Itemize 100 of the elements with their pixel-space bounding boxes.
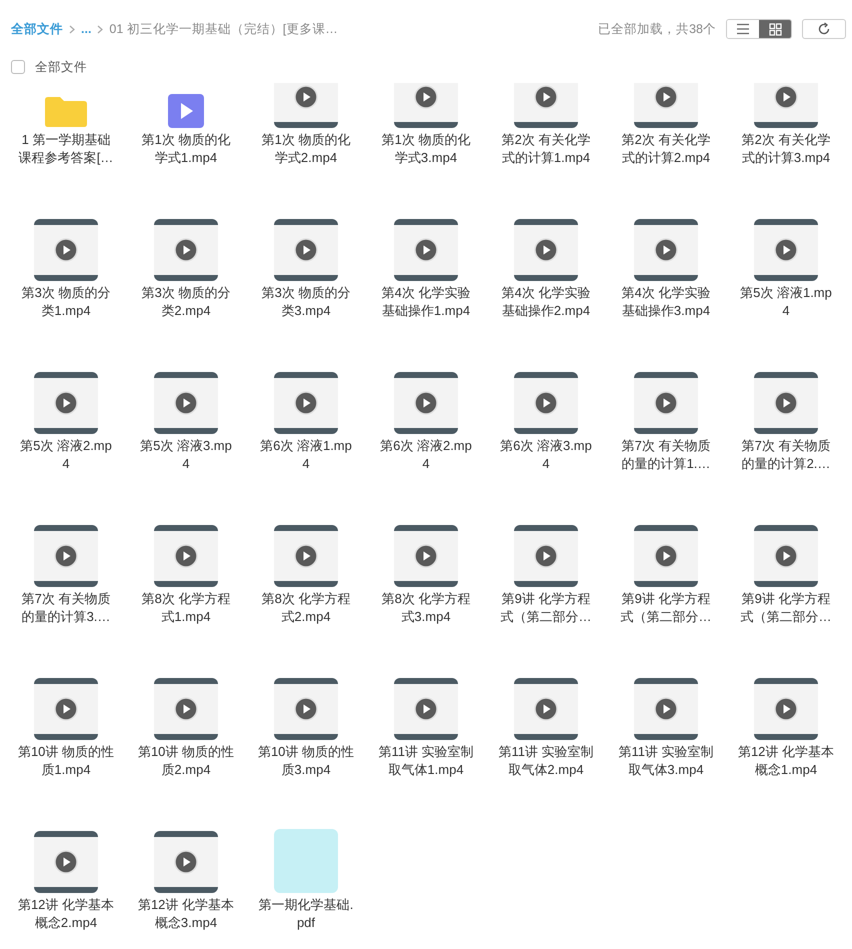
- file-name[interactable]: 第1次 物质的化学式3.mp4: [378, 131, 474, 167]
- play-icon: [654, 85, 678, 109]
- video-thumbnail[interactable]: [154, 525, 218, 587]
- file-name[interactable]: 第6次 溶液1.mp4: [258, 437, 354, 473]
- video-thumbnail[interactable]: [514, 83, 578, 128]
- video-thumbnail[interactable]: [34, 372, 98, 434]
- video-thumbnail[interactable]: [634, 678, 698, 740]
- play-icon: [294, 391, 318, 415]
- video-thumbnail[interactable]: [154, 219, 218, 281]
- play-icon: [534, 697, 558, 721]
- file-name[interactable]: 第8次 化学方程式1.mp4: [138, 590, 234, 626]
- list-icon: [736, 23, 750, 35]
- video-thumbnail[interactable]: [394, 219, 458, 281]
- video-thumbnail[interactable]: [754, 83, 818, 128]
- file-name[interactable]: 第10讲 物质的性质1.mp4: [18, 743, 114, 779]
- play-icon: [534, 391, 558, 415]
- play-icon: [654, 391, 678, 415]
- video-thumbnail[interactable]: [514, 372, 578, 434]
- file-name[interactable]: 第10讲 物质的性质2.mp4: [138, 743, 234, 779]
- play-icon: [54, 850, 78, 874]
- file-name[interactable]: 第6次 溶液3.mp4: [498, 437, 594, 473]
- file-name[interactable]: 第3次 物质的分类2.mp4: [138, 284, 234, 320]
- video-thumbnail[interactable]: [514, 678, 578, 740]
- file-name[interactable]: 第3次 物质的分类3.mp4: [258, 284, 354, 320]
- video-thumbnail[interactable]: [394, 525, 458, 587]
- file-name[interactable]: 第11讲 实验室制取气体1.mp4: [378, 743, 474, 779]
- file-name[interactable]: 第5次 溶液1.mp4: [738, 284, 834, 320]
- file-name[interactable]: 第7次 有关物质的量的计算3.…: [18, 590, 114, 626]
- video-thumbnail[interactable]: [274, 525, 338, 587]
- file-name[interactable]: 第6次 溶液2.mp4: [378, 437, 474, 473]
- video-thumbnail[interactable]: [514, 219, 578, 281]
- play-icon: [414, 238, 438, 262]
- file-name[interactable]: 第7次 有关物质的量的计算1.…: [618, 437, 714, 473]
- video-thumbnail[interactable]: [154, 372, 218, 434]
- video-thumbnail[interactable]: [634, 372, 698, 434]
- video-thumbnail[interactable]: [34, 219, 98, 281]
- file-name[interactable]: 第5次 溶液3.mp4: [138, 437, 234, 473]
- grid-view-button[interactable]: [759, 20, 791, 38]
- file-name[interactable]: 第11讲 实验室制取气体2.mp4: [498, 743, 594, 779]
- play-icon: [774, 544, 798, 568]
- video-thumbnail[interactable]: [754, 372, 818, 434]
- video-thumbnail[interactable]: [34, 678, 98, 740]
- video-thumbnail[interactable]: [634, 525, 698, 587]
- file-name[interactable]: 第7次 有关物质的量的计算2.…: [738, 437, 834, 473]
- video-thumbnail[interactable]: [394, 678, 458, 740]
- grid-icon: [768, 22, 782, 36]
- file-name[interactable]: 第9讲 化学方程式（第二部分…: [498, 590, 594, 626]
- video-thumbnail[interactable]: [34, 831, 98, 893]
- file-name[interactable]: 第一期化学基础.pdf: [258, 896, 354, 932]
- file-name[interactable]: 第5次 溶液2.mp4: [18, 437, 114, 473]
- file-name[interactable]: 第4次 化学实验基础操作1.mp4: [378, 284, 474, 320]
- file-name[interactable]: 第4次 化学实验基础操作3.mp4: [618, 284, 714, 320]
- play-icon: [294, 697, 318, 721]
- video-thumbnail[interactable]: [754, 525, 818, 587]
- play-icon: [534, 85, 558, 109]
- play-icon: [294, 85, 318, 109]
- video-thumbnail[interactable]: [634, 219, 698, 281]
- refresh-button[interactable]: [802, 19, 846, 39]
- file-name[interactable]: 第2次 有关化学式的计算2.mp4: [618, 131, 714, 167]
- play-icon: [174, 238, 198, 262]
- video-thumbnail[interactable]: [514, 525, 578, 587]
- video-file-icon[interactable]: [168, 94, 204, 128]
- file-name[interactable]: 1 第一学期基础课程参考答案[…: [18, 131, 114, 167]
- select-all-checkbox[interactable]: [11, 60, 25, 74]
- play-icon: [414, 697, 438, 721]
- document-thumbnail[interactable]: [274, 829, 338, 893]
- video-thumbnail[interactable]: [274, 678, 338, 740]
- video-thumbnail[interactable]: [754, 678, 818, 740]
- video-thumbnail[interactable]: [754, 219, 818, 281]
- file-name[interactable]: 第9讲 化学方程式（第二部分…: [738, 590, 834, 626]
- video-thumbnail[interactable]: [274, 83, 338, 128]
- video-thumbnail[interactable]: [154, 678, 218, 740]
- play-icon: [294, 544, 318, 568]
- file-name[interactable]: 第9讲 化学方程式（第二部分…: [618, 590, 714, 626]
- video-thumbnail[interactable]: [394, 372, 458, 434]
- video-thumbnail[interactable]: [274, 219, 338, 281]
- play-icon: [414, 544, 438, 568]
- select-all-label: 全部文件: [35, 58, 87, 76]
- video-thumbnail[interactable]: [274, 372, 338, 434]
- video-thumbnail[interactable]: [34, 525, 98, 587]
- breadcrumb-link[interactable]: 01 初三化学一期基础（完结）[更多课…: [109, 20, 338, 38]
- video-thumbnail[interactable]: [394, 83, 458, 128]
- file-name[interactable]: 第2次 有关化学式的计算1.mp4: [498, 131, 594, 167]
- file-name[interactable]: 第2次 有关化学式的计算3.mp4: [738, 131, 834, 167]
- file-name[interactable]: 第3次 物质的分类1.mp4: [18, 284, 114, 320]
- play-icon: [174, 391, 198, 415]
- file-name[interactable]: 第12讲 化学基本概念3.mp4: [138, 896, 234, 932]
- chevron-icon: [97, 24, 104, 34]
- file-name[interactable]: 第10讲 物质的性质3.mp4: [258, 743, 354, 779]
- file-name[interactable]: 第11讲 实验室制取气体3.mp4: [618, 743, 714, 779]
- file-name[interactable]: 第1次 物质的化学式2.mp4: [258, 131, 354, 167]
- file-name[interactable]: 第4次 化学实验基础操作2.mp4: [498, 284, 594, 320]
- file-name[interactable]: 第12讲 化学基本概念1.mp4: [738, 743, 834, 779]
- file-name[interactable]: 第12讲 化学基本概念2.mp4: [18, 896, 114, 932]
- file-name[interactable]: 第8次 化学方程式3.mp4: [378, 590, 474, 626]
- file-name[interactable]: 第8次 化学方程式2.mp4: [258, 590, 354, 626]
- play-icon: [774, 391, 798, 415]
- file-name[interactable]: 第1次 物质的化学式1.mp4: [138, 131, 234, 167]
- video-thumbnail[interactable]: [154, 831, 218, 893]
- video-thumbnail[interactable]: [634, 83, 698, 128]
